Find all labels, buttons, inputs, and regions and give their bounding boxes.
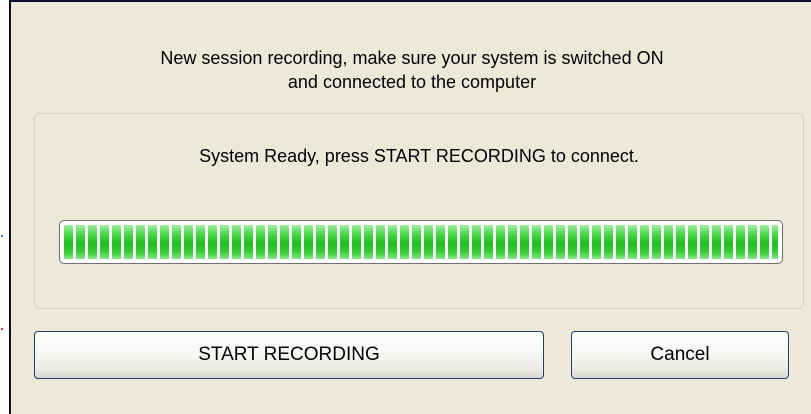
instruction-line-1: New session recording, make sure your sy… xyxy=(160,48,664,68)
status-text: System Ready, press START RECORDING to c… xyxy=(199,146,639,166)
progress-segments xyxy=(64,225,778,259)
edge-artifact-blue xyxy=(1,235,3,237)
status-group-box: System Ready, press START RECORDING to c… xyxy=(34,113,804,309)
instruction-message: New session recording, make sure your sy… xyxy=(11,46,811,94)
start-recording-button[interactable]: START RECORDING xyxy=(34,331,544,379)
edge-artifact-red xyxy=(1,328,3,330)
progress-fill xyxy=(64,225,778,259)
instruction-line-2: and connected to the computer xyxy=(287,72,537,92)
connection-progress-bar xyxy=(59,220,783,264)
session-recording-dialog: New session recording, make sure your sy… xyxy=(9,0,811,414)
cancel-button[interactable]: Cancel xyxy=(571,331,789,379)
